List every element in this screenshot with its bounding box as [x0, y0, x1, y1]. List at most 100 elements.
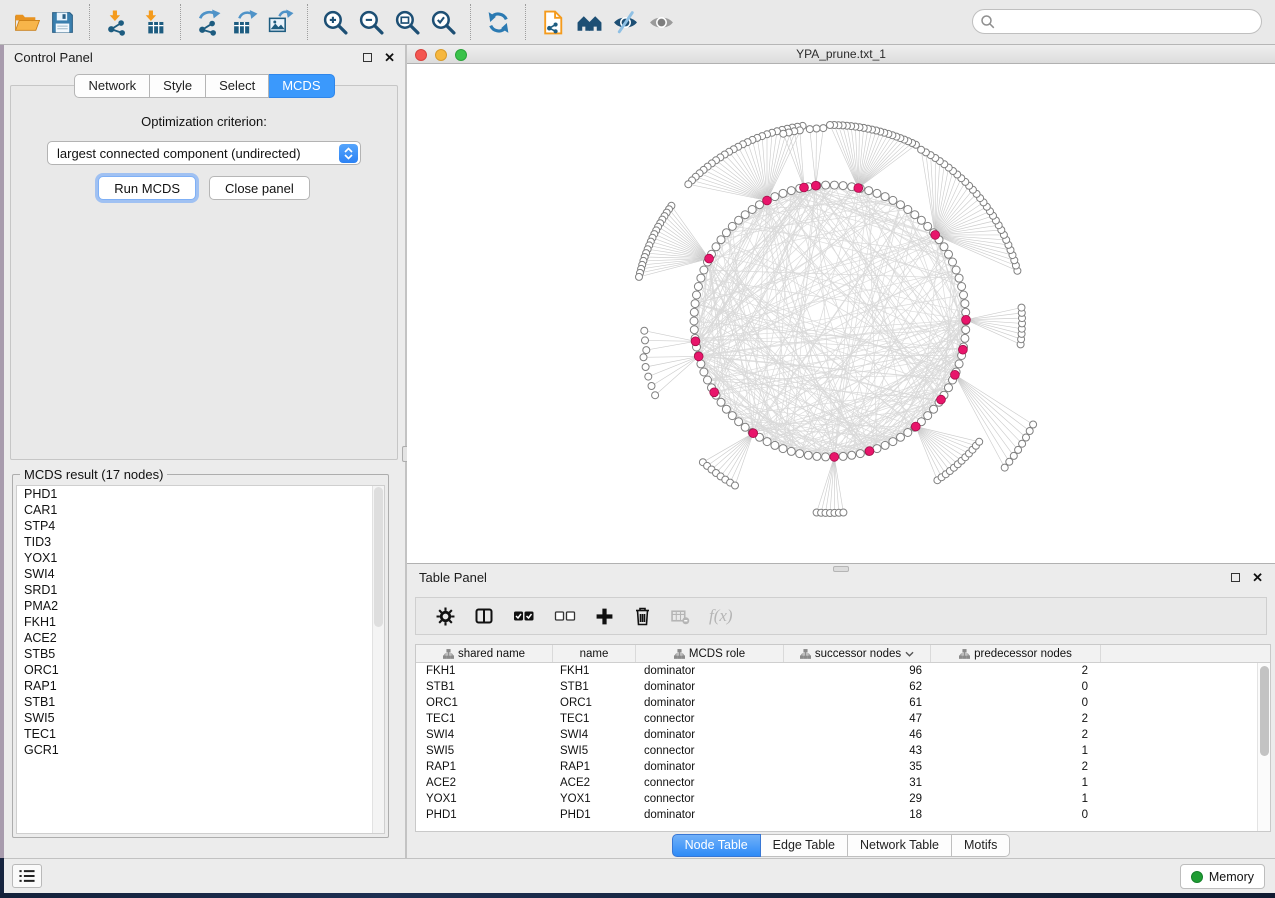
select-all-button[interactable] — [513, 607, 535, 625]
show-all-button[interactable] — [643, 3, 679, 41]
open-session-button[interactable] — [8, 3, 44, 41]
close-table-panel-icon[interactable]: ✕ — [1252, 571, 1263, 584]
network-node — [796, 450, 804, 458]
run-mcds-button[interactable]: Run MCDS — [98, 176, 196, 200]
table-row[interactable]: ORC1ORC1dominator610 — [416, 695, 1270, 711]
zoom-selected-button[interactable] — [425, 3, 461, 41]
mcds-result-item[interactable]: YOX1 — [17, 550, 384, 566]
export-image-button[interactable] — [262, 3, 298, 41]
table-row[interactable]: SWI5SWI5connector431 — [416, 743, 1270, 759]
mcds-result-item[interactable]: RAP1 — [17, 678, 384, 694]
mcds-result-item[interactable]: STB1 — [17, 694, 384, 710]
table-cell: STB1 — [416, 681, 553, 693]
create-column-button[interactable] — [595, 607, 614, 626]
tree-icon — [959, 649, 970, 659]
mcds-result-item[interactable]: CAR1 — [17, 502, 384, 518]
show-column-panel-button[interactable] — [474, 607, 494, 625]
mcds-result-item[interactable]: ORC1 — [17, 662, 384, 678]
table-row[interactable]: YOX1YOX1connector291 — [416, 791, 1270, 807]
export-table-button[interactable] — [226, 3, 262, 41]
deselect-all-button[interactable] — [554, 607, 576, 625]
mcds-result-item[interactable]: SRD1 — [17, 582, 384, 598]
maximize-window-icon[interactable] — [455, 49, 467, 61]
mcds-result-item[interactable]: ACE2 — [17, 630, 384, 646]
network-node — [839, 452, 847, 460]
table-cell: dominator — [636, 697, 784, 709]
network-node — [840, 509, 847, 516]
import-network-button[interactable] — [99, 3, 135, 41]
mcds-result-item[interactable]: TEC1 — [17, 726, 384, 742]
network-from-selection-button[interactable] — [535, 3, 571, 41]
close-panel-icon[interactable]: ✕ — [384, 51, 395, 64]
scrollbar-thumb[interactable] — [1260, 666, 1269, 756]
status-bar: Memory — [4, 858, 1275, 893]
hide-selected-button[interactable] — [607, 3, 643, 41]
search-field[interactable] — [972, 9, 1262, 34]
save-session-button[interactable] — [44, 3, 80, 41]
table-cell: ORC1 — [416, 697, 553, 709]
network-node — [813, 452, 821, 460]
mcds-result-item[interactable]: PHD1 — [17, 486, 384, 502]
table-row[interactable]: PHD1PHD1dominator180 — [416, 807, 1270, 823]
table-settings-button[interactable] — [436, 607, 455, 626]
table-panel-splitter-grip[interactable] — [833, 566, 849, 572]
first-neighbors-icon — [576, 9, 603, 36]
apply-layout-button[interactable] — [480, 3, 516, 41]
network-graph[interactable] — [407, 64, 1275, 563]
mcds-result-item[interactable]: SWI4 — [17, 566, 384, 582]
table-row[interactable]: ACE2ACE2connector311 — [416, 775, 1270, 791]
show-eye-icon — [648, 9, 675, 36]
import-table-button[interactable] — [135, 3, 171, 41]
mcds-result-item[interactable]: TID3 — [17, 534, 384, 550]
mcds-list-scrollbar[interactable] — [372, 486, 384, 833]
zoom-fit-button[interactable] — [389, 3, 425, 41]
tab-style[interactable]: Style — [150, 74, 206, 98]
tab-mcds[interactable]: MCDS — [269, 74, 334, 98]
control-panel: Control Panel ✕ Network Style Select MCD… — [4, 45, 405, 858]
column-header-successor-nodes[interactable]: successor nodes — [784, 645, 931, 662]
mcds-result-item[interactable]: SWI5 — [17, 710, 384, 726]
close-panel-button[interactable]: Close panel — [209, 176, 310, 200]
first-neighbors-button[interactable] — [571, 3, 607, 41]
column-header-shared-name[interactable]: shared name — [416, 645, 553, 662]
memory-button[interactable]: Memory — [1180, 864, 1265, 889]
tab-select[interactable]: Select — [206, 74, 269, 98]
column-header-predecessor-nodes[interactable]: predecessor nodes — [931, 645, 1101, 662]
table-scrollbar[interactable] — [1257, 663, 1270, 831]
close-window-icon[interactable] — [415, 49, 427, 61]
float-panel-icon[interactable] — [363, 53, 372, 62]
mcds-result-item[interactable]: STB5 — [17, 646, 384, 662]
column-header-mcds-role[interactable]: MCDS role — [636, 645, 784, 662]
column-header-name[interactable]: name — [553, 645, 636, 662]
table-row[interactable]: STB1STB1dominator620 — [416, 679, 1270, 695]
tab-node-table[interactable]: Node Table — [672, 834, 761, 857]
network-window-titlebar[interactable]: YPA_prune.txt_1 — [407, 45, 1275, 64]
network-node — [787, 187, 795, 195]
zoom-in-button[interactable] — [317, 3, 353, 41]
task-history-button[interactable] — [12, 864, 42, 888]
mcds-result-item[interactable]: GCR1 — [17, 742, 384, 758]
sort-descending-icon — [905, 650, 914, 658]
table-row[interactable]: SWI4SWI4dominator462 — [416, 727, 1270, 743]
minimize-window-icon[interactable] — [435, 49, 447, 61]
zoom-out-button[interactable] — [353, 3, 389, 41]
delete-column-button[interactable] — [633, 606, 652, 626]
network-canvas[interactable] — [407, 64, 1275, 563]
table-row[interactable]: RAP1RAP1dominator352 — [416, 759, 1270, 775]
float-table-panel-icon[interactable] — [1231, 573, 1240, 582]
mcds-result-item[interactable]: STP4 — [17, 518, 384, 534]
table-row[interactable]: TEC1TEC1connector472 — [416, 711, 1270, 727]
tab-network[interactable]: Network — [74, 74, 150, 98]
export-network-button[interactable] — [190, 3, 226, 41]
network-node — [897, 201, 905, 209]
search-input[interactable] — [995, 12, 1261, 32]
mcds-result-item[interactable]: PMA2 — [17, 598, 384, 614]
table-row[interactable]: FKH1FKH1dominator962 — [416, 663, 1270, 679]
optimization-criterion-select[interactable]: largest connected component (undirected) — [47, 141, 361, 165]
tab-network-table[interactable]: Network Table — [848, 834, 952, 857]
table-cell: 47 — [784, 713, 931, 725]
tab-edge-table[interactable]: Edge Table — [761, 834, 848, 857]
table-cell: 29 — [784, 793, 931, 805]
mcds-result-item[interactable]: FKH1 — [17, 614, 384, 630]
tab-motifs[interactable]: Motifs — [952, 834, 1010, 857]
